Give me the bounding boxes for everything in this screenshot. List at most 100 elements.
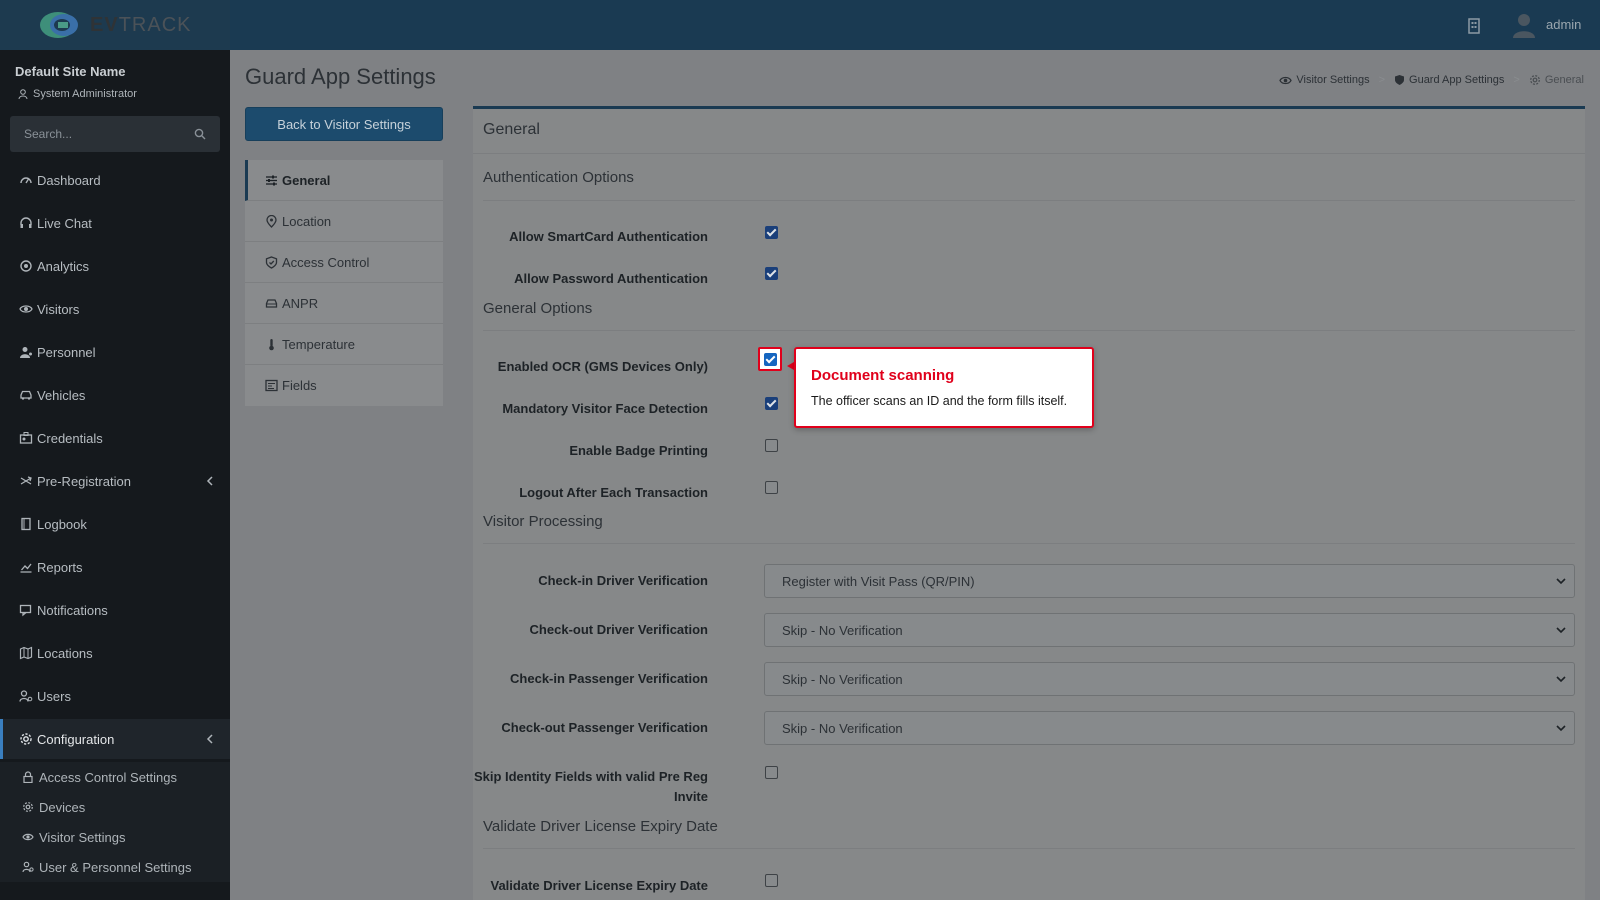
settings-nav-location[interactable]: Location: [245, 201, 443, 242]
settings-nav-access-control[interactable]: Access Control: [245, 242, 443, 283]
chevron-left-icon: [206, 476, 213, 486]
validate-license-label: Validate Driver License Expiry Date: [490, 878, 709, 893]
user-role: System Administrator: [18, 88, 137, 100]
sidebar-item-credentials[interactable]: Credentials: [0, 418, 230, 458]
book-icon: [19, 517, 33, 531]
ocr-checkbox-highlight[interactable]: [758, 347, 782, 371]
sidebar-item-notifications[interactable]: Notifications: [0, 590, 230, 630]
sidebar-item-pre-registration[interactable]: Pre-Registration: [0, 461, 230, 501]
form-icon: [265, 379, 278, 392]
avatar[interactable]: [1512, 12, 1536, 38]
sidebar-subitem-user-personnel-settings[interactable]: User & Personnel Settings: [0, 852, 230, 882]
skip-identity-label-line1: Skip Identity Fields with valid Pre Reg: [473, 769, 708, 784]
user-cog-icon: [22, 861, 34, 873]
back-to-visitor-settings-button[interactable]: Back to Visitor Settings: [245, 107, 443, 141]
allow-smartcard-label: Allow SmartCard Authentication: [509, 229, 708, 244]
breadcrumb-label: Visitor Settings: [1296, 74, 1370, 86]
chevron-down-icon: [1556, 627, 1566, 634]
sidebar-item-vehicles[interactable]: Vehicles: [0, 375, 230, 415]
sidebar-item-label: Live Chat: [37, 215, 92, 231]
breadcrumb-guard-app-settings[interactable]: Guard App Settings: [1394, 74, 1504, 86]
skip-identity-label-line2: Invite: [674, 789, 708, 804]
sidebar-item-users[interactable]: Users: [0, 676, 230, 716]
sidebar-item-visitors[interactable]: Visitors: [0, 289, 230, 329]
sidebar-item-label: Logbook: [37, 516, 87, 532]
breadcrumb: Visitor Settings > Guard App Settings > …: [1279, 74, 1584, 86]
sidebar-subitem-label: Devices: [39, 799, 86, 815]
logout-after-transaction-checkbox[interactable]: [765, 481, 778, 494]
settings-nav: General Location Access Control ANPR Tem…: [245, 160, 443, 406]
sidebar-item-analytics[interactable]: Analytics: [0, 246, 230, 286]
checkout-driver-select[interactable]: Skip - No Verification: [764, 613, 1575, 647]
checkout-passenger-label: Check-out Passenger Verification: [501, 720, 708, 735]
car-icon: [265, 297, 278, 310]
sidebar-subitem-label: Access Control Settings: [39, 769, 178, 785]
sliders-icon: [265, 174, 278, 187]
sidebar-item-label: Users: [37, 688, 71, 704]
checkin-driver-select[interactable]: Register with Visit Pass (QR/PIN): [764, 564, 1575, 598]
site-name: Default Site Name: [15, 64, 126, 79]
sidebar-item-label: Personnel: [37, 344, 96, 360]
badge-printing-checkbox[interactable]: [765, 439, 778, 452]
allow-password-checkbox[interactable]: [765, 267, 778, 280]
divider: [483, 200, 1575, 201]
divider: [483, 848, 1575, 849]
sidebar-item-personnel[interactable]: Personnel: [0, 332, 230, 372]
role-label: System Administrator: [33, 88, 137, 100]
skip-identity-checkbox[interactable]: [765, 766, 778, 779]
eye-icon: [22, 831, 34, 843]
sidebar-item-label: Locations: [37, 645, 93, 661]
sidebar-item-live-chat[interactable]: Live Chat: [0, 203, 230, 243]
breadcrumb-separator: >: [1513, 74, 1520, 86]
section-visitor-processing: Visitor Processing: [483, 513, 603, 530]
breadcrumb-visitor-settings[interactable]: Visitor Settings: [1279, 74, 1370, 86]
sidebar-subitem-visitor-settings[interactable]: Visitor Settings: [0, 822, 230, 852]
badge-printing-label: Enable Badge Printing: [569, 443, 708, 458]
sidebar-item-label: Configuration: [37, 731, 115, 747]
lock-icon: [22, 771, 34, 783]
checkout-passenger-select[interactable]: Skip - No Verification: [764, 711, 1575, 745]
tooltip-title: Document scanning: [811, 367, 955, 384]
settings-nav-fields[interactable]: Fields: [245, 365, 443, 406]
settings-nav-label: Fields: [282, 378, 317, 393]
breadcrumb-separator: >: [1378, 74, 1386, 86]
sidebar-item-configuration[interactable]: Configuration: [0, 719, 230, 759]
sidebar-subitem-label: Visitor Settings: [39, 829, 126, 845]
map-icon: [19, 646, 33, 660]
building-icon[interactable]: [1467, 18, 1481, 34]
sidebar-item-reports[interactable]: Reports: [0, 547, 230, 587]
settings-nav-temperature[interactable]: Temperature: [245, 324, 443, 365]
validate-license-checkbox[interactable]: [765, 874, 778, 887]
personnel-icon: [19, 345, 33, 359]
sidebar-item-locations[interactable]: Locations: [0, 633, 230, 673]
allow-password-label: Allow Password Authentication: [514, 271, 708, 286]
sidebar-subitem-label: User & Personnel Settings: [39, 859, 192, 875]
enable-ocr-label: Enabled OCR (GMS Devices Only): [497, 359, 708, 374]
checkin-passenger-select[interactable]: Skip - No Verification: [764, 662, 1575, 696]
sidebar-search: [10, 116, 220, 152]
eye-icon: [1279, 76, 1293, 84]
user-name[interactable]: admin: [1546, 17, 1581, 32]
thermometer-icon: [265, 338, 278, 351]
select-value: Skip - No Verification: [782, 720, 903, 736]
search-input[interactable]: [10, 116, 190, 152]
sidebar-subitem-access-control-settings[interactable]: Access Control Settings: [0, 762, 230, 792]
sidebar-item-logbook[interactable]: Logbook: [0, 504, 230, 544]
sidebar-item-dashboard[interactable]: Dashboard: [0, 160, 230, 200]
tooltip-arrow: [787, 362, 794, 370]
settings-nav-general[interactable]: General: [245, 160, 443, 201]
sidebar-item-label: Pre-Registration: [37, 473, 131, 489]
checkout-driver-label: Check-out Driver Verification: [529, 622, 708, 637]
allow-smartcard-checkbox[interactable]: [765, 226, 778, 239]
sidebar-subitem-devices[interactable]: Devices: [0, 792, 230, 822]
checkin-passenger-label: Check-in Passenger Verification: [510, 671, 708, 686]
brand-logo[interactable]: EVTRACK: [0, 0, 230, 50]
breadcrumb-label: General: [1544, 74, 1584, 86]
section-validate-license: Validate Driver License Expiry Date: [483, 818, 718, 835]
section-general-options: General Options: [483, 300, 593, 317]
face-detection-checkbox[interactable]: [765, 397, 778, 410]
search-icon[interactable]: [194, 128, 206, 140]
settings-nav-anpr[interactable]: ANPR: [245, 283, 443, 324]
select-value: Register with Visit Pass (QR/PIN): [782, 573, 975, 589]
logo-icon: [40, 12, 78, 38]
